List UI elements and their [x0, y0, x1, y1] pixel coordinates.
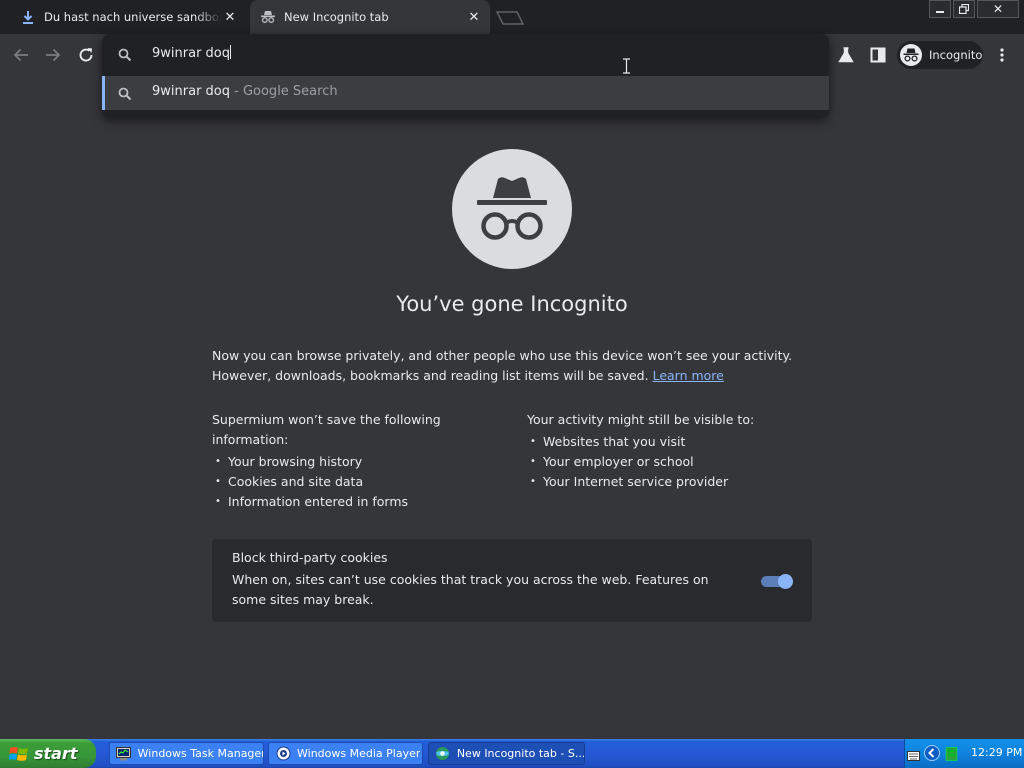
incognito-intro: Now you can browse privately, and other …: [212, 346, 822, 386]
omnibox-popup: 9winrar doq 9winrar doq - Google Search: [102, 34, 829, 118]
search-icon: [118, 86, 132, 105]
suggestion-text: 9winrar doq - Google Search: [152, 84, 338, 99]
list-item: Websites that you visit: [527, 432, 817, 452]
close-tab-icon[interactable]: ✕: [222, 9, 238, 25]
windows-logo-icon: [9, 745, 29, 763]
omnibox-input[interactable]: 9winrar doq: [152, 45, 231, 61]
back-arrow-icon: [13, 48, 28, 62]
windows-taskbar: start Windows Task Manager Windows Media…: [0, 739, 1024, 768]
tray-app-icon[interactable]: [945, 746, 958, 765]
forward-arrow-icon: [46, 48, 61, 62]
learn-more-link[interactable]: Learn more: [653, 368, 724, 383]
suggestion-description: - Google Search: [230, 84, 338, 99]
wont-save-list: Supermium won’t save the following infor…: [212, 410, 492, 512]
browser-menu-button[interactable]: [990, 43, 1014, 67]
taskbar-item-browser[interactable]: New Incognito tab - S...: [428, 742, 585, 765]
taskbar-item-label: New Incognito tab - S...: [456, 747, 584, 760]
selection-indicator: [102, 76, 105, 110]
list-item: Information entered in forms: [212, 492, 492, 512]
taskbar-item-label: Windows Task Manager: [137, 747, 263, 760]
search-icon: [118, 47, 132, 66]
list-item: Your employer or school: [527, 452, 817, 472]
list-item: Your Internet service provider: [527, 472, 817, 492]
incognito-profile-button[interactable]: Incognito: [897, 41, 983, 69]
keyboard-icon[interactable]: [907, 747, 920, 766]
restore-window-button[interactable]: [953, 0, 975, 18]
incognito-hero-icon: [452, 149, 572, 269]
incognito-avatar-icon: [900, 44, 922, 66]
wont-save-heading: Supermium won’t save the following infor…: [212, 412, 441, 447]
cookie-card-description: When on, sites can’t use cookies that tr…: [232, 572, 709, 607]
tab-search-results[interactable]: Du hast nach universe sandbox 2 g ✕: [10, 0, 246, 34]
task-manager-icon: [116, 746, 132, 762]
cookie-card-title: Block third-party cookies: [232, 550, 388, 565]
download-icon: [20, 9, 36, 25]
close-window-button[interactable]: ✕: [977, 0, 1019, 18]
taskbar-item-task-manager[interactable]: Windows Task Manager: [109, 742, 264, 765]
reload-button[interactable]: [73, 42, 99, 68]
reload-icon: [79, 48, 93, 62]
still-visible-heading: Your activity might still be visible to:: [527, 412, 755, 427]
labs-flask-button[interactable]: [834, 43, 858, 67]
media-player-icon: [275, 746, 291, 762]
page-title: You’ve gone Incognito: [396, 292, 628, 316]
list-item: Cookies and site data: [212, 472, 492, 492]
taskbar-item-label: Windows Media Player: [297, 747, 421, 760]
omnibox-input-row[interactable]: 9winrar doq: [102, 34, 829, 76]
side-panel-button[interactable]: [866, 43, 890, 67]
clock: 12:29 PM: [971, 746, 1023, 759]
show-hidden-icons-button[interactable]: [924, 745, 940, 765]
tab-strip: Du hast nach universe sandbox 2 g ✕ New …: [0, 0, 1024, 34]
minimize-window-button[interactable]: [929, 0, 951, 18]
tab-title: New Incognito tab: [284, 10, 389, 24]
start-button[interactable]: start: [0, 739, 96, 768]
text-caret: [230, 45, 231, 59]
incognito-icon: [260, 9, 276, 25]
suggestion-query: 9winrar doq: [152, 84, 230, 99]
list-item: Your browsing history: [212, 452, 492, 472]
toggle-knob: [778, 574, 793, 589]
more-vert-icon: [1000, 48, 1004, 62]
browser-icon: [435, 746, 451, 762]
tab-title: Du hast nach universe sandbox 2 g: [44, 10, 222, 24]
back-button[interactable]: [8, 42, 34, 68]
side-panel-icon: [870, 47, 886, 63]
omnibox-input-text: 9winrar doq: [152, 46, 230, 61]
close-tab-icon[interactable]: ✕: [466, 9, 482, 25]
still-visible-list: Your activity might still be visible to:…: [527, 410, 817, 492]
flask-icon: [838, 47, 854, 63]
new-tab-button[interactable]: [495, 10, 525, 25]
block-cookies-toggle[interactable]: [761, 574, 793, 589]
taskbar-item-media-player[interactable]: Windows Media Player: [268, 742, 423, 765]
tab-incognito[interactable]: New Incognito tab ✕: [250, 0, 490, 34]
system-tray: 12:29 PM: [904, 739, 1024, 768]
third-party-cookies-card: Block third-party cookies When on, sites…: [212, 539, 812, 622]
omnibox-suggestion[interactable]: 9winrar doq - Google Search: [102, 76, 829, 110]
text-cursor-icon: [622, 58, 631, 74]
profile-label: Incognito: [929, 48, 983, 62]
start-label: start: [34, 744, 78, 763]
forward-button[interactable]: [40, 42, 66, 68]
